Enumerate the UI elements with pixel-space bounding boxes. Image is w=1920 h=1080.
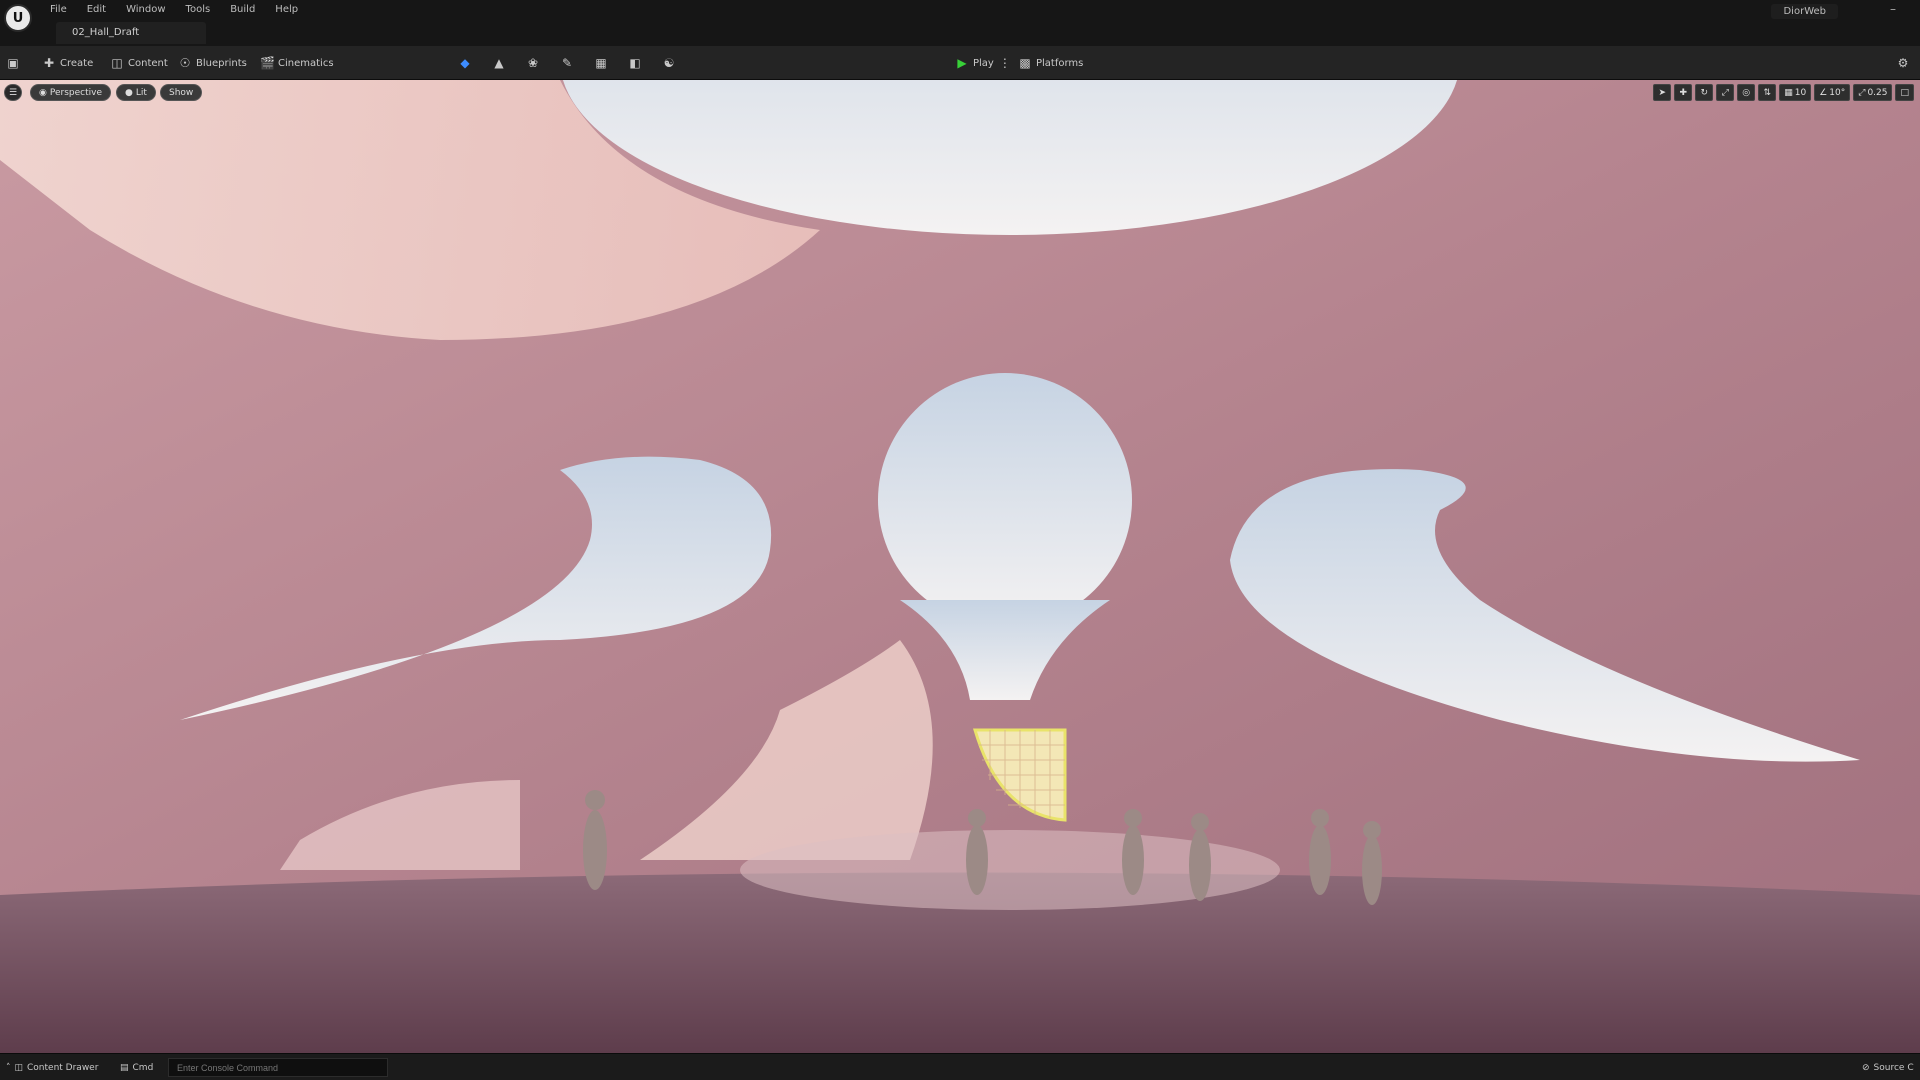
folder-icon: ◫ [14, 1063, 24, 1073]
foliage-icon: ❀ [527, 56, 539, 70]
cmd-label: Cmd [132, 1063, 154, 1073]
play-options-icon[interactable]: ⋮ [998, 56, 1012, 70]
title-bar: U File Edit Window Tools Build Help 02_H… [0, 0, 1920, 46]
source-control-button[interactable]: ⊘ Source C [1862, 1060, 1914, 1076]
menu-bar: File Edit Window Tools Build Help [40, 2, 308, 18]
content-drawer-button[interactable]: ˄ ◫ Content Drawer [6, 1060, 98, 1076]
level-viewport[interactable]: ☰ ◉ Perspective ● Lit Show ➤ ✚ ↻ ⤢ ◎ ⇅ ▦… [0, 80, 1920, 1053]
chevron-up-icon: ˄ [6, 1063, 11, 1073]
console-input[interactable] [168, 1058, 388, 1077]
menu-build[interactable]: Build [220, 2, 265, 18]
viewport-transform-toolbar: ➤ ✚ ↻ ⤢ ◎ ⇅ ▦ 10 ∠ 10° ⤢ 0.25 □ [1653, 84, 1914, 101]
main-toolbar: ▣ ✚ Create ◫ Content ☉ Blueprints 🎬 Cine… [0, 46, 1920, 80]
project-name: DiorWeb [1771, 4, 1838, 19]
create-button[interactable]: ✚ Create [42, 54, 93, 72]
grid-snap-value: 10 [1794, 87, 1807, 98]
animation-mode-button[interactable]: ☯ [662, 54, 676, 72]
cinematics-button[interactable]: 🎬 Cinematics [260, 54, 334, 72]
terminal-icon: ▤ [120, 1063, 129, 1073]
perspective-button[interactable]: ◉ Perspective [30, 84, 111, 101]
camera-icon: ◉ [39, 87, 47, 98]
menu-edit[interactable]: Edit [77, 2, 116, 18]
mesh-paint-button[interactable]: ✎ [560, 54, 574, 72]
content-icon: ◫ [111, 56, 123, 70]
grid-icon: ▦ [1784, 87, 1793, 98]
play-button[interactable]: ▶ Play ⋮ [955, 54, 1012, 72]
blueprints-icon: ☉ [179, 56, 191, 70]
blueprints-button[interactable]: ☉ Blueprints [178, 54, 247, 72]
source-control-label: Source C [1873, 1063, 1914, 1073]
gear-icon: ⚙ [1897, 56, 1909, 70]
hamburger-icon: ☰ [8, 87, 18, 98]
rotation-snap-button[interactable]: ∠ 10° [1814, 84, 1851, 101]
lit-icon: ● [125, 87, 133, 98]
coordinate-space-button[interactable]: ◎ [1737, 84, 1756, 101]
rotation-snap-value: 10° [1829, 87, 1846, 98]
scale-snap-value: 0.25 [1867, 87, 1888, 98]
platforms-button[interactable]: ▩ Platforms [1018, 54, 1083, 72]
show-label: Show [169, 87, 194, 98]
save-button[interactable]: ▣ [6, 54, 20, 72]
cinematics-label: Cinematics [278, 57, 334, 69]
globe-icon: ◎ [1742, 87, 1751, 98]
move-icon: ✚ [1679, 87, 1687, 98]
landscape-icon: ▲ [494, 56, 504, 70]
modeling-icon: ▦ [595, 56, 607, 70]
rotate-tool-button[interactable]: ↻ [1695, 84, 1714, 101]
content-button[interactable]: ◫ Content [110, 54, 168, 72]
cinematics-icon: 🎬 [260, 56, 275, 70]
lit-label: Lit [135, 87, 147, 98]
select-tool-button[interactable]: ➤ [1653, 84, 1672, 101]
viewport-menu-button[interactable]: ☰ [4, 84, 22, 101]
translate-tool-button[interactable]: ✚ [1674, 84, 1693, 101]
create-icon: ✚ [43, 56, 55, 70]
perspective-label: Perspective [49, 87, 102, 98]
scale-snap-button[interactable]: ⤢ 0.25 [1853, 84, 1893, 101]
angle-icon: ∠ [1819, 87, 1828, 98]
play-icon: ▶ [957, 56, 967, 70]
status-bar: ˄ ◫ Content Drawer ▤ Cmd ⊘ Source C [0, 1053, 1920, 1080]
landscape-mode-button[interactable]: ▲ [492, 54, 506, 72]
play-label: Play [973, 57, 994, 69]
select-mode-button[interactable]: ◆ [458, 54, 472, 72]
rotate-icon: ↻ [1700, 87, 1708, 98]
fracture-mode-button[interactable]: ◧ [628, 54, 642, 72]
minimize-button[interactable]: – [1890, 2, 1896, 16]
surface-snap-button[interactable]: ⇅ [1758, 84, 1777, 101]
settings-button[interactable]: ⚙ [1896, 54, 1910, 72]
modeling-mode-button[interactable]: ▦ [594, 54, 608, 72]
maximize-viewport-button[interactable]: □ [1895, 84, 1914, 101]
platforms-icon: ▩ [1019, 56, 1031, 70]
select-mode-icon: ◆ [460, 56, 470, 70]
level-tab[interactable]: 02_Hall_Draft [56, 22, 206, 44]
unreal-logo-icon[interactable]: U [4, 4, 32, 32]
scale-icon: ⤢ [1721, 87, 1729, 98]
snap-icon: ⇅ [1763, 87, 1771, 98]
blueprints-label: Blueprints [196, 57, 247, 69]
lit-button[interactable]: ● Lit [116, 84, 156, 101]
cursor-icon: ➤ [1658, 87, 1666, 98]
source-control-icon: ⊘ [1862, 1063, 1870, 1073]
scale-snap-icon: ⤢ [1858, 87, 1866, 98]
menu-help[interactable]: Help [265, 2, 308, 18]
viewport-render [0, 80, 1920, 1053]
show-button[interactable]: Show [160, 84, 203, 101]
menu-window[interactable]: Window [116, 2, 175, 18]
content-drawer-label: Content Drawer [27, 1063, 99, 1073]
maximize-icon: □ [1900, 87, 1909, 98]
save-icon: ▣ [7, 56, 19, 70]
cmd-button[interactable]: ▤ Cmd [120, 1060, 153, 1076]
scale-tool-button[interactable]: ⤢ [1716, 84, 1735, 101]
foliage-mode-button[interactable]: ❀ [526, 54, 540, 72]
grid-snap-button[interactable]: ▦ 10 [1779, 84, 1812, 101]
platforms-label: Platforms [1036, 57, 1084, 69]
content-label: Content [128, 57, 168, 69]
brush-icon: ✎ [561, 56, 573, 70]
animation-icon: ☯ [663, 56, 675, 70]
fracture-icon: ◧ [629, 56, 641, 70]
create-label: Create [60, 57, 94, 69]
menu-tools[interactable]: Tools [176, 2, 221, 18]
menu-file[interactable]: File [40, 2, 77, 18]
